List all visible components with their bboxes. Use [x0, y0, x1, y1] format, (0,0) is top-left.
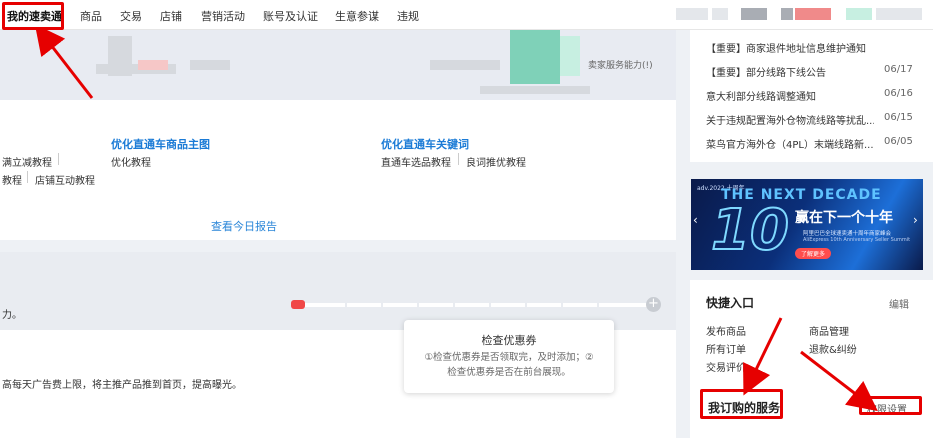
annotation-arrow [34, 24, 94, 99]
nav-products[interactable]: 商品 [80, 8, 102, 24]
top-nav: 我的速卖通 商品 交易 店铺 营销活动 账号及认证 生意参谋 违规 [0, 0, 933, 30]
nav-trade[interactable]: 交易 [120, 8, 142, 24]
annotation-arrows [34, 24, 878, 412]
annotation-arrow [800, 350, 878, 412]
blurred-area [876, 8, 922, 20]
blurred-area [741, 8, 767, 20]
annotation-box [2, 2, 64, 30]
nav-violations[interactable]: 违规 [397, 8, 419, 24]
nav-account[interactable]: 账号及认证 [263, 8, 318, 24]
blurred-area [781, 8, 793, 20]
blurred-area [846, 8, 872, 20]
annotation-arrow [743, 317, 783, 396]
nav-business-advisor[interactable]: 生意参谋 [335, 8, 379, 24]
nav-store[interactable]: 店铺 [160, 8, 182, 24]
nav-marketing[interactable]: 营销活动 [201, 8, 245, 24]
blurred-area [795, 8, 831, 20]
blurred-area [676, 8, 708, 20]
blurred-area [712, 8, 728, 20]
